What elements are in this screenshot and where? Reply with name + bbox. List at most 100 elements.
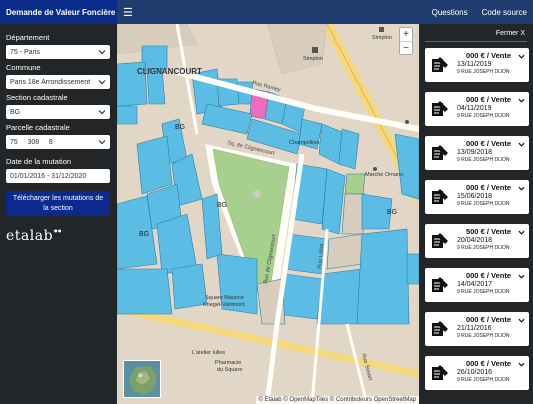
parcel	[136, 135, 173, 195]
parcelle-label: Parcelle cadastrale	[6, 123, 70, 132]
chevron-down-icon	[98, 80, 106, 85]
hamburger-icon[interactable]: ☰	[123, 6, 133, 19]
parcelle-row: 75 308 8	[6, 135, 111, 153]
chevron-down-icon[interactable]	[518, 317, 525, 324]
map-label-simplon: Simplon	[303, 56, 323, 62]
parcel	[318, 123, 343, 165]
chevron-down-icon[interactable]	[518, 229, 525, 236]
date-label: Date de la mutation	[6, 157, 72, 166]
chevron-down-icon[interactable]	[518, 273, 525, 280]
sale-document-icon	[432, 365, 448, 380]
etalab-logo-text: etalab	[6, 228, 54, 244]
poi-icon	[405, 120, 409, 124]
parcel	[341, 193, 366, 235]
zoom-control: + −	[399, 27, 413, 55]
sale-date: 21/11/2016	[457, 325, 492, 332]
date-range-input[interactable]: 01/01/2016 - 31/12/2020	[6, 169, 110, 183]
date-range-value: 01/01/2016 - 31/12/2020	[10, 172, 87, 180]
map-label-square-2: Kriegel-Valrimont	[203, 302, 245, 308]
commune-label: Commune	[6, 63, 41, 72]
chevron-down-icon[interactable]	[518, 141, 525, 148]
sale-price: 500 € / Vente	[465, 227, 511, 236]
sale-card[interactable]: 000 € / Vente 26/10/2016 9 RUE JOSEPH DIJO…	[425, 356, 529, 390]
panel-divider	[425, 41, 527, 42]
sale-document-icon	[432, 277, 448, 292]
zoom-in-button[interactable]: +	[400, 28, 412, 41]
parcel	[171, 263, 208, 310]
sale-card[interactable]: 000 € / Vente 04/11/2019 9 RUE JOSEPH DIJO…	[425, 92, 529, 126]
sale-card[interactable]: 000 € / Vente 13/11/2019 9 RUE JOSEPH DIJO…	[425, 48, 529, 82]
sale-date: 14/04/2017	[457, 281, 493, 288]
source-code-link[interactable]: Code source	[482, 8, 527, 17]
sale-address: 9 RUE JOSEPH DIJON	[457, 333, 510, 339]
sale-date: 20/04/2018	[457, 237, 493, 244]
chevron-down-icon	[98, 140, 106, 145]
map-label-pharmacie: Pharmacie	[215, 360, 241, 366]
sale-price: 000 € / Vente	[465, 139, 511, 148]
chevron-down-icon[interactable]	[518, 53, 525, 60]
map[interactable]: CLIGNANCOURT BG BG BG BG Rue Ramey Sq. d…	[117, 24, 419, 404]
sale-price: 000 € / Vente	[465, 183, 511, 192]
sale-date: 26/10/2016	[457, 369, 493, 376]
sale-card[interactable]: 000 € / Vente 21/11/2016 9 RUE JOSEPH DIJO…	[425, 312, 529, 346]
sale-price: 000 € / Vente	[465, 95, 511, 104]
zoom-out-button[interactable]: −	[400, 41, 412, 54]
map-label-pharmacie-2: du Square	[217, 367, 242, 373]
sale-address: 9 RUE JOSEPH DIJON	[457, 289, 510, 295]
sale-card[interactable]: 000 € / Vente 15/06/2018 9 RUE JOSEPH DIJO…	[425, 180, 529, 214]
sales-panel: Fermer X 000 € / Vente 13/11/2019 9 RUE JO…	[419, 24, 533, 404]
metro-icon	[312, 47, 318, 53]
sale-document-icon	[432, 57, 448, 72]
sale-date: 15/06/2018	[457, 193, 493, 200]
parcel	[394, 133, 419, 200]
chevron-down-icon[interactable]	[518, 361, 525, 368]
sale-card[interactable]: 500 € / Vente 20/04/2018 9 RUE JOSEPH DIJO…	[425, 224, 529, 258]
map-label-bg: BG	[139, 231, 149, 238]
top-links: Questions Code source	[432, 8, 533, 17]
map-label-clignancourt: CLIGNANCOURT	[137, 67, 202, 76]
close-panel-button[interactable]: Fermer X	[425, 30, 527, 37]
market-icon	[373, 167, 377, 171]
minimap[interactable]	[123, 360, 161, 398]
sale-price: 000 € / Vente	[465, 51, 511, 60]
chevron-down-icon	[98, 110, 106, 115]
sale-address: 9 RUE JOSEPH DIJON	[457, 69, 510, 75]
parcel	[406, 253, 419, 285]
app-title: Demande de Valeur Foncière	[0, 0, 117, 24]
sale-document-icon	[432, 189, 448, 204]
parcel	[156, 213, 198, 275]
download-mutations-button[interactable]: Télécharger les mutations de la section	[6, 191, 110, 216]
fountain	[253, 190, 261, 198]
parcelle-value: 75 308 8	[10, 138, 53, 146]
map-label-champollion: Champollion	[289, 140, 320, 146]
map-attribution[interactable]: © Etalab © OpenMapTiles © Contributeurs …	[255, 396, 419, 404]
departement-select[interactable]: 75 - Paris	[6, 45, 110, 59]
map-canvas[interactable]: CLIGNANCOURT BG BG BG BG Rue Ramey Sq. d…	[117, 24, 419, 404]
questions-link[interactable]: Questions	[432, 8, 468, 17]
departement-label: Département	[6, 33, 50, 42]
chevron-down-icon[interactable]	[518, 185, 525, 192]
sale-document-icon	[432, 321, 448, 336]
sale-date: 04/11/2019	[457, 105, 492, 112]
commune-value: Paris 18e Arrondissement	[10, 78, 91, 86]
sale-card[interactable]: 000 € / Vente 13/09/2018 9 RUE JOSEPH DIJO…	[425, 136, 529, 170]
section-select[interactable]: BG	[6, 105, 110, 119]
departement-value: 75 - Paris	[10, 48, 40, 56]
etalab-logo[interactable]: etalab●●	[6, 228, 111, 244]
parcel	[201, 103, 253, 135]
sale-date: 13/11/2019	[457, 61, 492, 68]
sale-address: 9 RUE JOSEPH DIJON	[457, 201, 510, 207]
map-label-simplon: Simplon	[372, 35, 392, 41]
commune-select[interactable]: Paris 18e Arrondissement	[6, 75, 110, 89]
sales-list: 000 € / Vente 13/11/2019 9 RUE JOSEPH DIJO…	[425, 48, 529, 390]
sale-document-icon	[432, 101, 448, 116]
parcel	[356, 228, 410, 325]
map-label-atelier: L'atelier lulles	[192, 350, 225, 356]
sale-card[interactable]: 000 € / Vente 14/04/2017 9 RUE JOSEPH DIJO…	[425, 268, 529, 302]
france-minimap	[124, 361, 160, 397]
sale-address: 9 RUE JOSEPH DIJON	[457, 157, 510, 163]
chevron-down-icon[interactable]	[518, 97, 525, 104]
sale-price: 000 € / Vente	[465, 359, 511, 368]
parcelle-select[interactable]: 75 308 8	[6, 135, 110, 149]
parcel	[117, 268, 173, 315]
